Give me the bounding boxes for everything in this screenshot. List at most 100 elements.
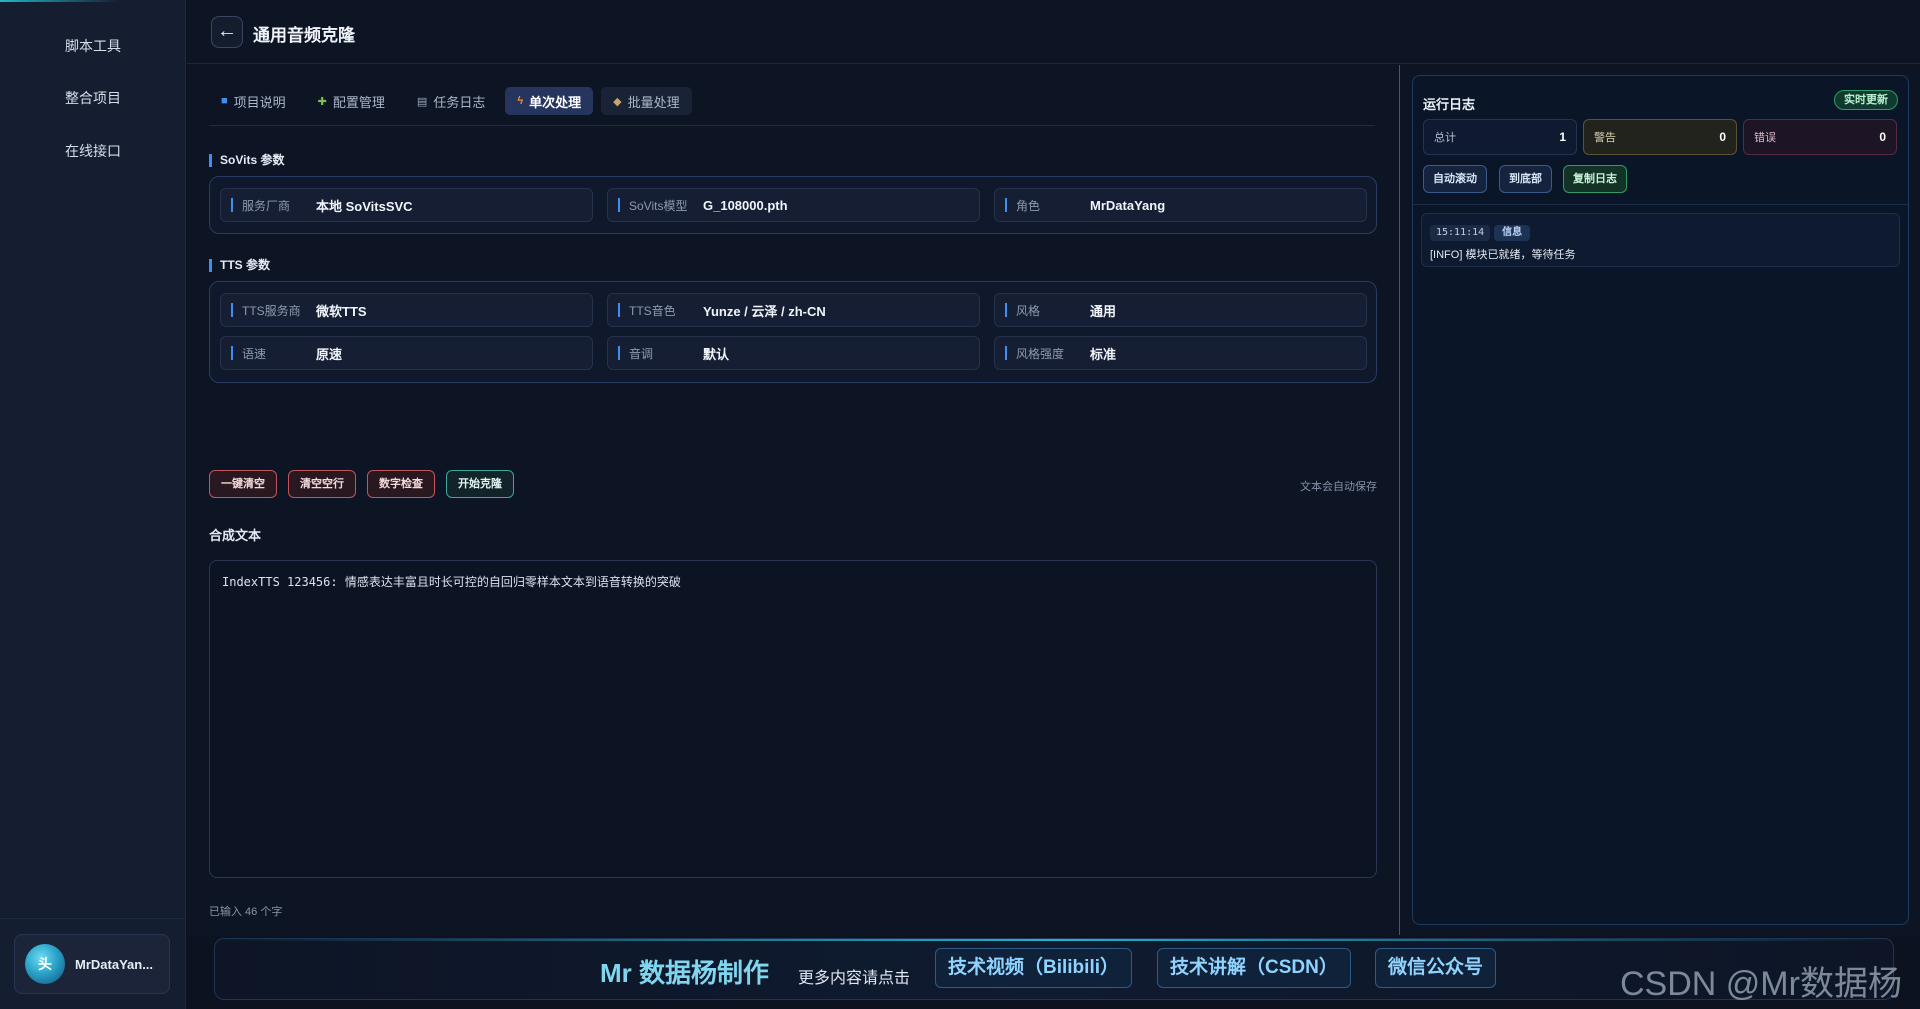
field-marker [1005, 346, 1007, 360]
log-divider [1413, 204, 1908, 205]
log-level-badge: 信息 [1494, 225, 1531, 241]
main-panel: ■ 项目说明 ✚ 配置管理 ▤ 任务日志 ϟ 单次处理 ◆ 批量处理 SoVit… [187, 65, 1399, 935]
field-marker [231, 303, 233, 317]
brand-title: Mr 数据杨制作 [600, 958, 770, 988]
tts-panel: TTS服务商 微软TTS TTS音色 Yunze / 云泽 / zh-CN 风格… [209, 281, 1377, 383]
sidebar-item-integrated-projects[interactable]: 整合项目 [0, 78, 186, 118]
synthesis-text-title: 合成文本 [209, 528, 262, 543]
stat-value: 1 [1559, 130, 1566, 144]
log-time: 15:11:14 [1430, 225, 1491, 241]
speed-field[interactable]: 语速 原速 [220, 336, 593, 370]
stat-label: 警告 [1594, 132, 1616, 144]
arrow-left-icon: ← [217, 20, 237, 42]
start-clone-button[interactable]: 开始克隆 [446, 470, 514, 498]
page-title: 通用音频克隆 [253, 26, 355, 45]
log-title: 运行日志 [1423, 97, 1476, 112]
user-name: MrDataYan... [75, 956, 154, 972]
tab-label: 任务日志 [433, 94, 486, 110]
clear-all-button[interactable]: 一键清空 [209, 470, 277, 498]
sidebar: 脚本工具 整合项目 在线接口 头 MrDataYan... [0, 0, 186, 1009]
field-marker [618, 346, 620, 360]
field-marker [231, 346, 233, 360]
book-icon: ■ [221, 95, 228, 107]
field-label: 角色 [1016, 198, 1041, 213]
log-message: [INFO] 模块已就绪，等待任务 [1430, 249, 1576, 261]
field-value: 标准 [1090, 346, 1117, 362]
tab-label: 单次处理 [529, 94, 582, 110]
stat-value: 0 [1719, 130, 1726, 144]
tab-bar: ■ 项目说明 ✚ 配置管理 ▤ 任务日志 ϟ 单次处理 ◆ 批量处理 [209, 87, 692, 115]
synthesis-textarea[interactable]: IndexTTS 123456: 情感表达丰富且时长可控的自回归零样本文本到语音… [209, 560, 1377, 878]
char-count: 已输入 46 个字 [209, 906, 283, 918]
stat-value: 0 [1879, 130, 1886, 144]
field-label: 语速 [242, 346, 267, 361]
sovits-panel: 服务厂商 本地 SoVitsSVC SoVits模型 G_108000.pth … [209, 176, 1377, 234]
back-button[interactable]: ← [211, 16, 243, 48]
stat-error: 错误 0 [1743, 119, 1897, 155]
copy-log-button[interactable]: 复制日志 [1563, 165, 1627, 193]
field-label: TTS服务商 [242, 303, 301, 318]
avatar: 头 [25, 944, 65, 984]
tts-voice-field[interactable]: TTS音色 Yunze / 云泽 / zh-CN [607, 293, 980, 327]
stat-warning: 警告 0 [1583, 119, 1737, 155]
stat-total: 总计 1 [1423, 119, 1577, 155]
tab-project-description[interactable]: ■ 项目说明 [209, 87, 298, 115]
field-value: G_108000.pth [703, 197, 788, 213]
log-entry: 15:11:14 信息 [INFO] 模块已就绪，等待任务 [1421, 213, 1900, 267]
tab-batch-process[interactable]: ◆ 批量处理 [601, 87, 692, 115]
header: ← 通用音频克隆 [187, 0, 1920, 64]
check-numbers-button[interactable]: 数字检查 [367, 470, 435, 498]
package-icon: ◆ [613, 95, 622, 108]
log-sidebar: 运行日志 实时更新 总计 1 警告 0 错误 0 自动滚动 到底部 复制日志 1… [1399, 65, 1920, 935]
sidebar-item-online-api[interactable]: 在线接口 [0, 131, 186, 171]
tts-vendor-field[interactable]: TTS服务商 微软TTS [220, 293, 593, 327]
puzzle-icon: ✚ [317, 95, 327, 108]
document-icon: ▤ [416, 95, 428, 108]
field-value: MrDataYang [1090, 197, 1166, 213]
clear-empty-lines-button[interactable]: 清空空行 [288, 470, 356, 498]
sovits-section-title: SoVits 参数 [209, 154, 284, 167]
field-marker [1005, 303, 1007, 317]
user-card[interactable]: 头 MrDataYan... [14, 934, 170, 994]
stat-label: 错误 [1754, 132, 1776, 144]
field-label: TTS音色 [629, 303, 676, 318]
tab-single-process[interactable]: ϟ 单次处理 [505, 87, 594, 115]
tab-label: 批量处理 [627, 94, 680, 110]
tab-config-management[interactable]: ✚ 配置管理 [306, 87, 397, 115]
wechat-link-button[interactable]: 微信公众号 [1375, 948, 1497, 988]
style-field[interactable]: 风格 通用 [994, 293, 1367, 327]
csdn-link-button[interactable]: 技术讲解（CSDN） [1157, 948, 1351, 988]
watermark: CSDN @Mr数据杨 [1620, 965, 1902, 1003]
field-marker [1005, 198, 1007, 212]
field-value: 默认 [703, 346, 730, 362]
field-value: 通用 [1090, 303, 1117, 319]
live-update-badge: 实时更新 [1834, 90, 1898, 110]
role-field[interactable]: 角色 MrDataYang [994, 188, 1367, 222]
field-label: 服务厂商 [242, 198, 291, 213]
pitch-field[interactable]: 音调 默认 [607, 336, 980, 370]
field-marker [618, 198, 620, 212]
bilibili-link-button[interactable]: 技术视频（Bilibili） [935, 948, 1133, 988]
log-panel: 运行日志 实时更新 总计 1 警告 0 错误 0 自动滚动 到底部 复制日志 1… [1412, 75, 1909, 925]
footer-accent-line [215, 939, 1895, 941]
field-label: SoVits模型 [629, 198, 688, 213]
field-marker [231, 198, 233, 212]
vendor-field[interactable]: 服务厂商 本地 SoVitsSVC [220, 188, 593, 222]
tab-task-log[interactable]: ▤ 任务日志 [405, 87, 497, 115]
field-value: 原速 [316, 346, 343, 362]
field-label: 风格强度 [1016, 346, 1065, 361]
sidebar-divider [0, 918, 186, 919]
brand-subtitle: 更多内容请点击 [798, 970, 911, 987]
sidebar-item-script-tools[interactable]: 脚本工具 [0, 26, 186, 66]
sovits-model-field[interactable]: SoVits模型 G_108000.pth [607, 188, 980, 222]
tts-section-title: TTS 参数 [209, 259, 270, 272]
tab-label: 配置管理 [332, 94, 385, 110]
scroll-to-bottom-button[interactable]: 到底部 [1499, 165, 1552, 193]
field-value: 本地 SoVitsSVC [316, 198, 413, 214]
style-intensity-field[interactable]: 风格强度 标准 [994, 336, 1367, 370]
auto-scroll-button[interactable]: 自动滚动 [1423, 165, 1487, 193]
autosave-note: 文本会自动保存 [1300, 481, 1377, 493]
tabs-divider [209, 125, 1375, 126]
sidebar-accent-line [0, 0, 120, 2]
lightning-icon: ϟ [517, 95, 524, 107]
